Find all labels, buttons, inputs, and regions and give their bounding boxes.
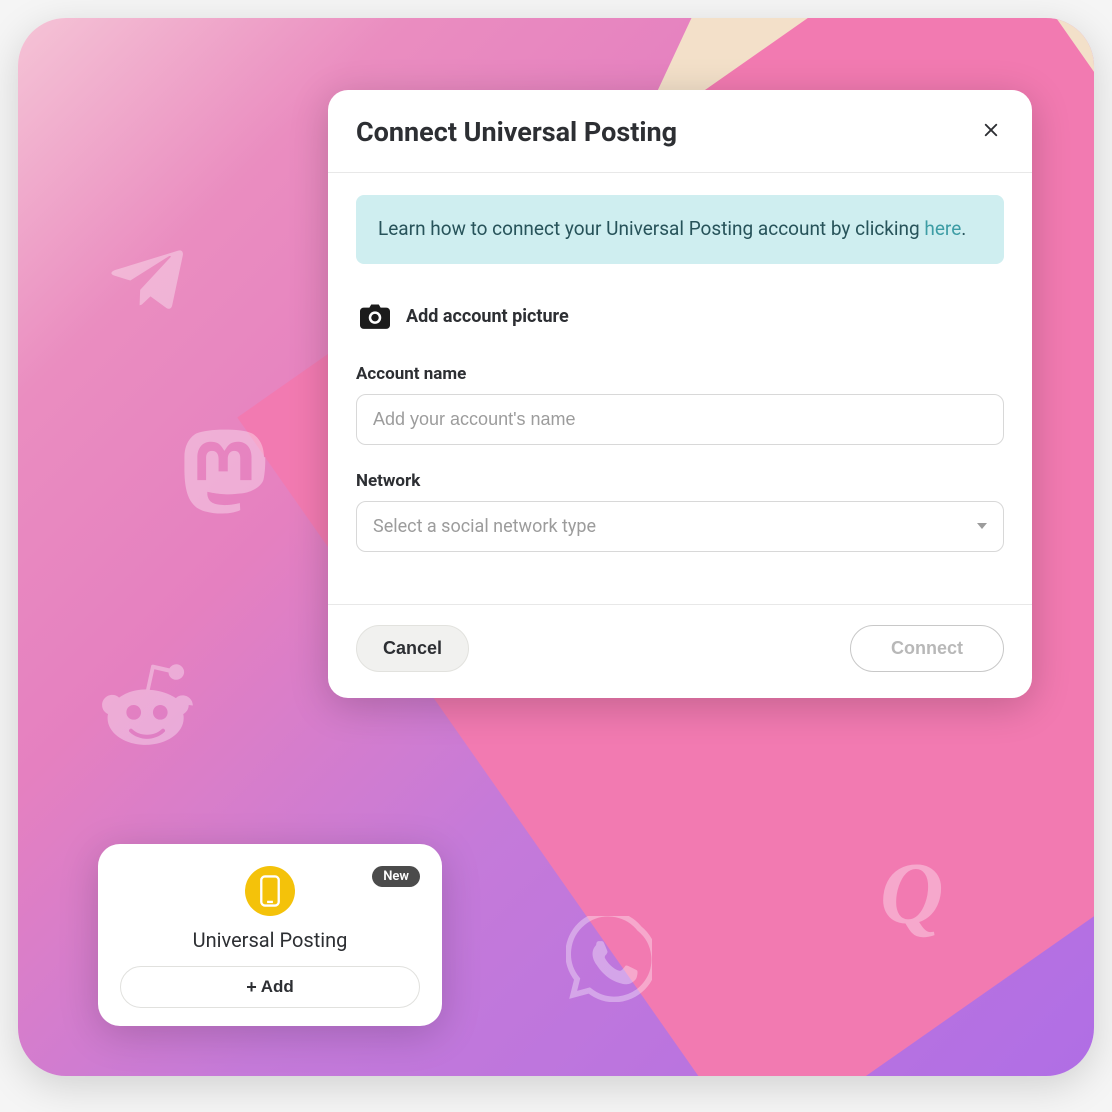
add-picture-label: Add account picture [406, 306, 569, 327]
universal-posting-card: New Universal Posting + Add [98, 844, 442, 1026]
close-button[interactable] [978, 116, 1004, 148]
reddit-icon [92, 650, 202, 764]
whatsapp-icon [566, 916, 652, 1006]
modal-body: Learn how to connect your Universal Post… [328, 173, 1032, 604]
info-banner-text: Learn how to connect your Universal Post… [378, 217, 924, 240]
quora-icon: Q [880, 844, 944, 945]
connect-button[interactable]: Connect [850, 625, 1004, 672]
network-select[interactable]: Select a social network type [356, 501, 1004, 552]
account-name-label: Account name [356, 364, 1004, 384]
network-label: Network [356, 471, 1004, 491]
cancel-button[interactable]: Cancel [356, 625, 469, 672]
info-banner: Learn how to connect your Universal Post… [356, 195, 1004, 264]
card-title: Universal Posting [120, 928, 420, 952]
background-stage: Q Connect Universal Posting Learn how to… [18, 18, 1094, 1076]
account-name-input[interactable] [356, 394, 1004, 445]
add-button-label: Add [261, 977, 294, 997]
connect-modal: Connect Universal Posting Learn how to c… [328, 90, 1032, 698]
network-group: Network Select a social network type [356, 471, 1004, 552]
chevron-down-icon [977, 523, 987, 529]
phone-icon [245, 866, 295, 916]
close-icon [982, 118, 1000, 145]
modal-title: Connect Universal Posting [356, 116, 677, 148]
mastodon-icon [174, 423, 274, 527]
modal-footer: Cancel Connect [328, 604, 1032, 698]
telegram-icon [104, 228, 200, 328]
account-name-group: Account name [356, 364, 1004, 445]
plus-icon: + [246, 978, 257, 996]
add-button[interactable]: + Add [120, 966, 420, 1008]
info-banner-link[interactable]: here [924, 217, 961, 240]
add-picture-row[interactable]: Add account picture [356, 304, 1004, 330]
network-placeholder: Select a social network type [373, 516, 596, 537]
info-banner-period: . [961, 217, 966, 240]
modal-header: Connect Universal Posting [328, 90, 1032, 173]
new-badge: New [372, 866, 420, 887]
camera-icon [360, 304, 390, 330]
